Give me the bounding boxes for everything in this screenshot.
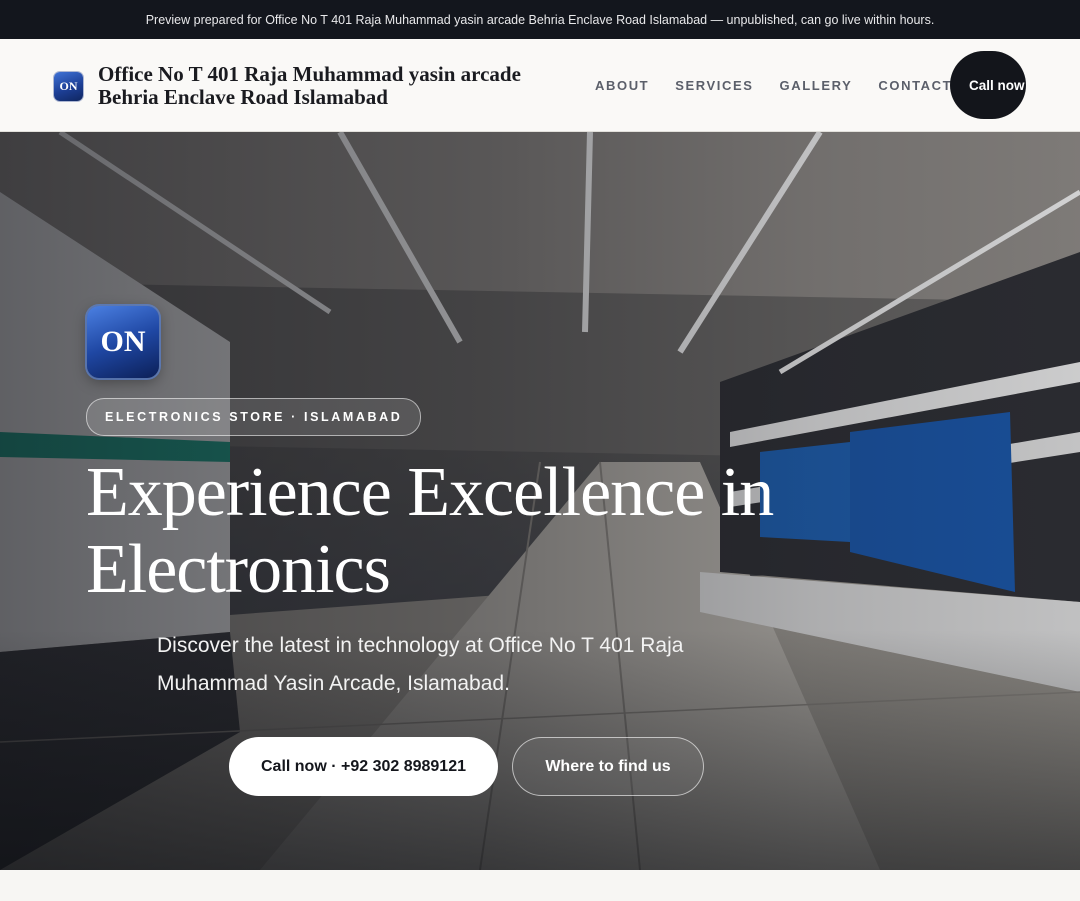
preview-banner-text: Preview prepared for Office No T 401 Raj… [145, 12, 935, 27]
hero-description: Discover the latest in technology at Off… [157, 634, 684, 695]
nav-about[interactable]: ABOUT [595, 78, 649, 93]
brand-name: Office No T 401 Raja Muhammad yasin arca… [98, 62, 521, 109]
category-badge: ELECTRONICS STORE · ISLAMABAD [86, 398, 422, 436]
nav-gallery[interactable]: GALLERY [780, 78, 853, 93]
brand-logo: ON [54, 71, 83, 101]
hero-logo-text: ON [100, 325, 146, 358]
brand[interactable]: ON Office No T 401 Raja Muhammad yasin a… [54, 63, 568, 109]
preview-banner: Preview prepared for Office No T 401 Raj… [0, 0, 1080, 39]
main-nav: ABOUT SERVICES GALLERY CONTACT [595, 39, 952, 131]
site-header: ON Office No T 401 Raja Muhammad yasin a… [0, 39, 1080, 132]
hero-section: ON ELECTRONICS STORE · ISLAMABAD Experie… [0, 132, 1080, 870]
brand-logo-text: ON [59, 78, 78, 93]
nav-contact[interactable]: CONTACT [878, 78, 952, 93]
where-to-find-us-button[interactable]: Where to find us [512, 737, 704, 796]
hero-headline: Experience Excellence in Electronics [86, 454, 774, 608]
hero-logo: ON [87, 306, 159, 378]
header-call-button[interactable]: Call now [950, 51, 1026, 119]
call-now-button[interactable]: Call now · +92 302 8989121 [229, 737, 498, 796]
next-section [0, 870, 1080, 901]
nav-services[interactable]: SERVICES [675, 78, 753, 93]
